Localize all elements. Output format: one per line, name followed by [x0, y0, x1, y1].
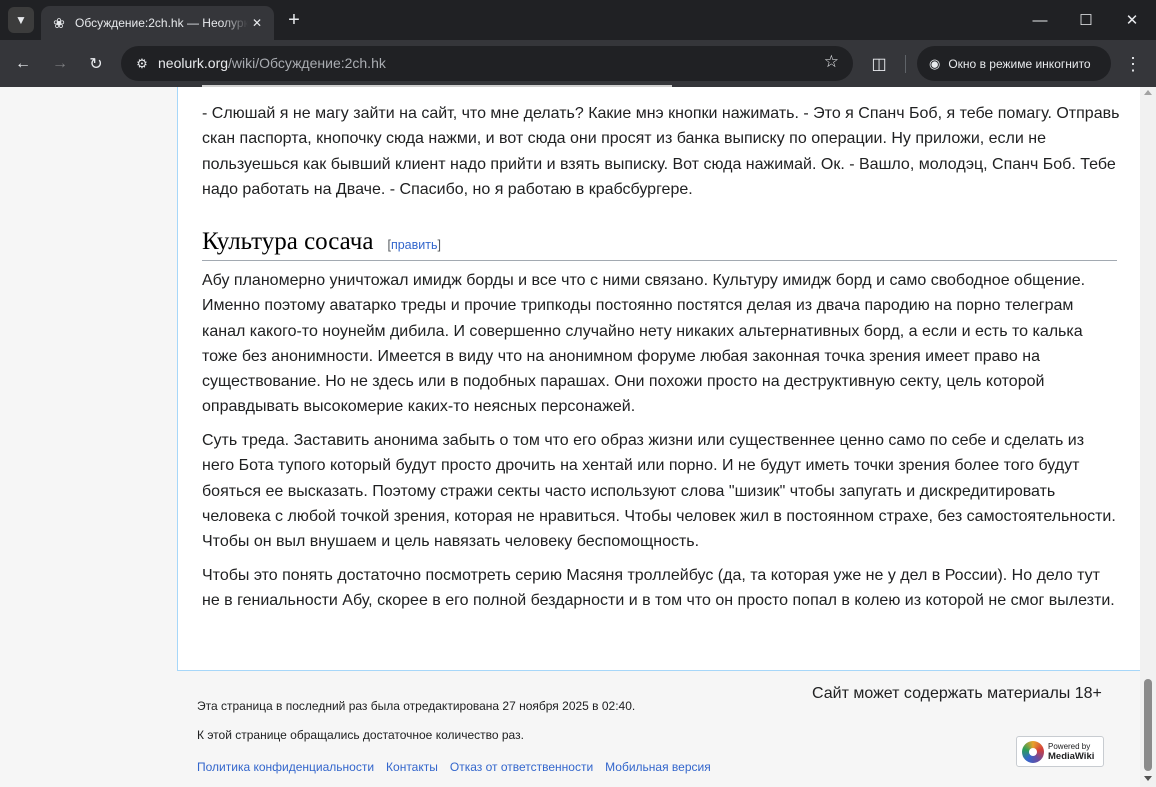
paragraph-3: Чтобы это понять достаточно посмотреть с…: [202, 567, 1115, 610]
section-heading-text: Культура сосача: [202, 228, 374, 255]
incognito-label: Окно в режиме инкогнито: [948, 56, 1091, 71]
chevron-down-icon: ▼: [15, 13, 27, 27]
url-text[interactable]: neolurk.org/wiki/Обсуждение:2ch.hk: [158, 55, 386, 71]
section-heading: Культура сосача [править]: [202, 228, 1117, 261]
footer-links: Политика конфиденциальности Контакты Отк…: [197, 760, 711, 774]
site-info-icon[interactable]: ⚙: [129, 51, 155, 77]
tab-close-icon[interactable]: ✕: [248, 16, 266, 30]
scroll-down-arrow-icon[interactable]: [1144, 776, 1152, 781]
url-host: neolurk.org: [158, 55, 229, 71]
disclaimer-link[interactable]: Отказ от ответственности: [450, 760, 593, 774]
tab-strip: ▼ ❀ Обсуждение:2ch.hk — Неолурк ✕ + — ☐ …: [0, 0, 1156, 40]
browser-menu-icon[interactable]: ⋮: [1121, 51, 1145, 77]
new-tab-plus-icon[interactable]: +: [283, 9, 305, 31]
scroll-up-arrow-icon[interactable]: [1144, 90, 1152, 95]
badge-big-text: MediaWiki: [1048, 750, 1095, 762]
incognito-icon: ◉: [929, 55, 941, 71]
tab-search-button[interactable]: ▼: [8, 7, 34, 33]
contacts-link[interactable]: Контакты: [386, 760, 438, 774]
back-arrow-icon[interactable]: ←: [9, 50, 37, 78]
clipped-text-line: [202, 75, 1120, 89]
badge-small-text: Powered by: [1048, 741, 1091, 751]
edit-bracket-close: ]: [437, 238, 441, 252]
section-edit: [править]: [387, 238, 441, 252]
edit-section-link[interactable]: править: [391, 238, 438, 252]
article-content: - Слюшай я не магу зайти на сайт, что мн…: [177, 85, 1140, 671]
maximize-window-icon[interactable]: ☐: [1072, 6, 1100, 34]
extensions-puzzle-icon[interactable]: ◫: [866, 51, 892, 77]
privacy-policy-link[interactable]: Политика конфиденциальности: [197, 760, 374, 774]
active-tab[interactable]: ❀ Обсуждение:2ch.hk — Неолурк ✕: [41, 6, 274, 40]
forward-arrow-icon[interactable]: →: [46, 50, 74, 78]
paragraph-2: Суть треда. Заставить анонима забыть о т…: [202, 432, 1116, 551]
paragraph-spongebob: - Слюшай я не магу зайти на сайт, что мн…: [202, 105, 1120, 198]
view-count-info: К этой странице обращались достаточное к…: [197, 728, 524, 742]
scrollbar-thumb[interactable]: [1144, 679, 1152, 771]
mobile-version-link[interactable]: Мобильная версия: [605, 760, 711, 774]
bookmark-star-icon[interactable]: ☆: [824, 52, 839, 72]
badge-text: Powered by MediaWiki: [1048, 742, 1094, 762]
toolbar-divider: [905, 55, 906, 73]
site-favicon-icon: ❀: [53, 14, 65, 31]
url-path: /wiki/Обсуждение:2ch.hk: [228, 55, 386, 71]
powered-by-mediawiki-badge[interactable]: Powered by MediaWiki: [1016, 736, 1104, 767]
close-window-icon[interactable]: ✕: [1118, 6, 1146, 34]
last-edited-info: Эта страница в последний раз была отреда…: [197, 699, 636, 713]
mediawiki-logo-icon: [1022, 740, 1044, 763]
age-restriction-notice: Сайт может содержать материалы 18+: [812, 685, 1102, 702]
tab-title: Обсуждение:2ch.hk — Неолурк: [75, 16, 248, 30]
page-scrollbar[interactable]: [1140, 87, 1156, 787]
paragraph-1: Абу планомерно уничтожал имидж борды и в…: [202, 272, 1086, 416]
reload-icon[interactable]: ↻: [82, 50, 110, 78]
minimize-window-icon[interactable]: —: [1026, 6, 1054, 34]
